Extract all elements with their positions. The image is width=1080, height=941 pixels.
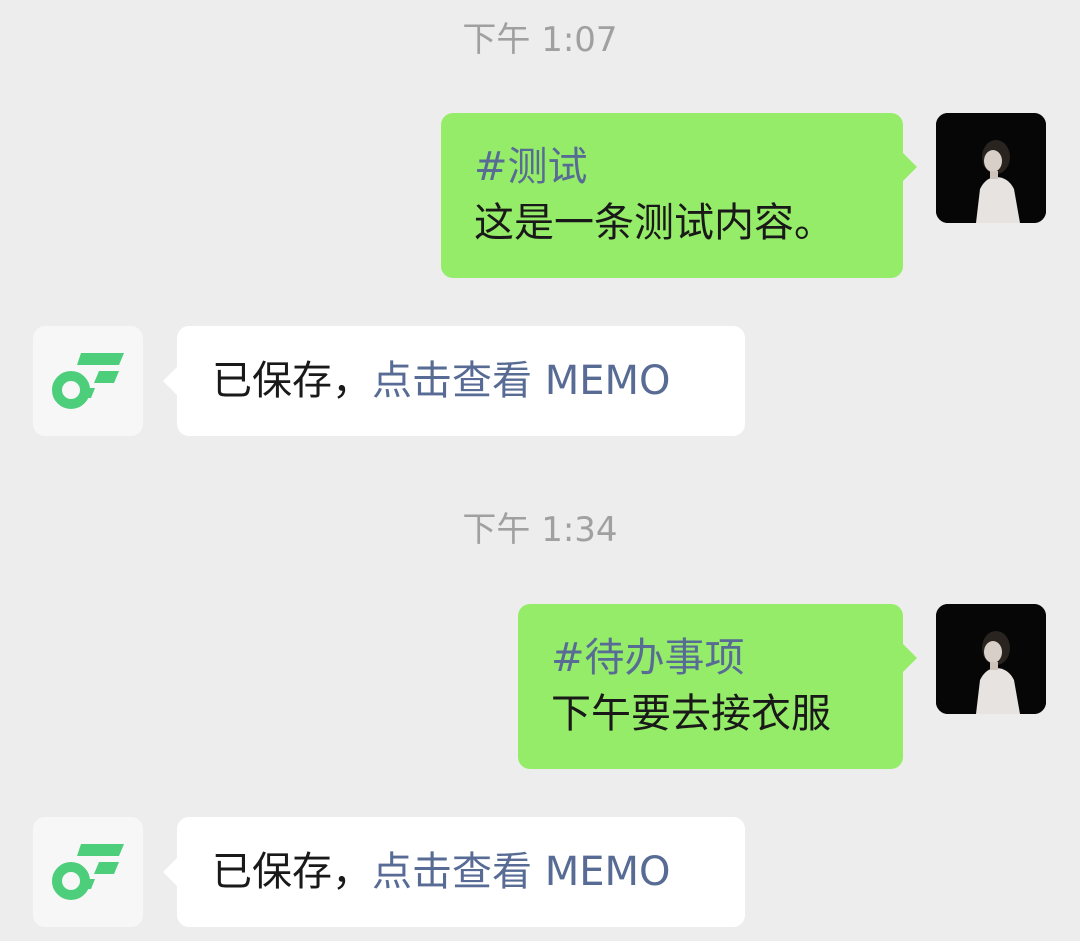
timestamp: 下午 1:34 (462, 510, 618, 550)
user-avatar[interactable] (936, 604, 1046, 714)
memo-logo-icon (52, 844, 124, 900)
memo-bot-avatar[interactable] (33, 326, 143, 436)
view-memo-link[interactable]: 点击查看 MEMO (372, 849, 671, 895)
reply-message-bubble[interactable]: 已保存，点击查看 MEMO (163, 326, 745, 436)
hashtag[interactable]: #待办事项 (551, 632, 745, 684)
reply-prefix: 已保存， (212, 358, 372, 404)
sent-message-bubble[interactable]: #测试 这是一条测试内容。 (441, 113, 917, 278)
memo-bot-avatar[interactable] (33, 817, 143, 927)
reply-text: 已保存，点击查看 MEMO (212, 355, 671, 407)
memo-logo-icon (52, 353, 124, 409)
user-avatar[interactable] (936, 113, 1046, 223)
view-memo-link[interactable]: 点击查看 MEMO (372, 358, 671, 404)
message-text: 这是一条测试内容。 (474, 200, 834, 246)
reply-prefix: 已保存， (212, 849, 372, 895)
user-avatar-photo (936, 113, 1046, 223)
reply-text: 已保存，点击查看 MEMO (212, 846, 671, 898)
user-avatar-photo (936, 604, 1046, 714)
reply-message-bubble[interactable]: 已保存，点击查看 MEMO (163, 817, 745, 927)
message-text: 下午要去接衣服 (551, 691, 831, 737)
sent-message-bubble[interactable]: #待办事项 下午要去接衣服 (518, 604, 917, 769)
timestamp: 下午 1:07 (462, 20, 618, 60)
hashtag[interactable]: #测试 (474, 141, 588, 193)
